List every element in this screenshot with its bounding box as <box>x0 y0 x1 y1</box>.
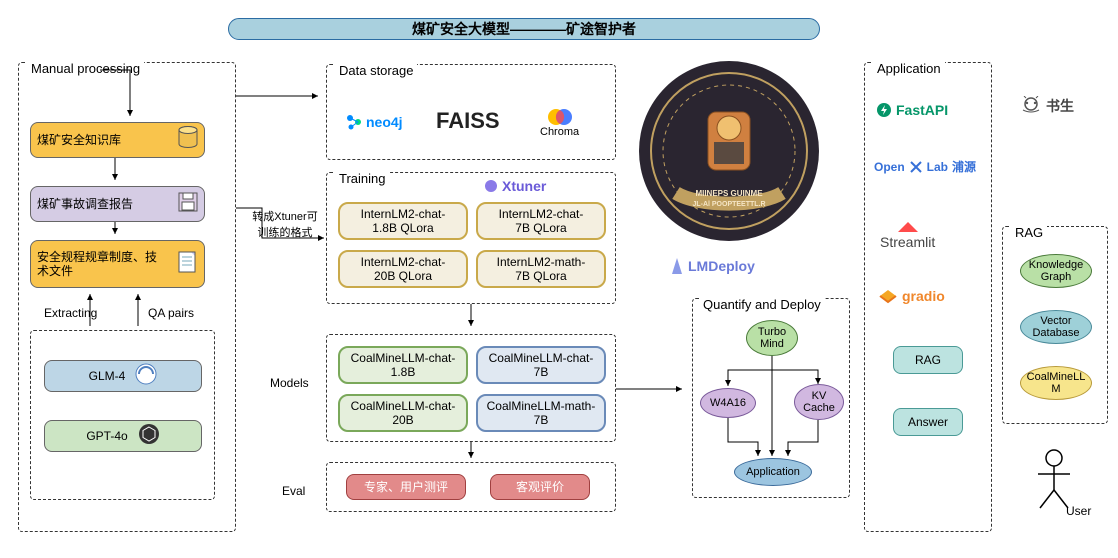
xtuner-text: Xtuner <box>502 178 546 194</box>
lmdeploy-text: LMDeploy <box>688 258 755 274</box>
eval-label: Eval <box>282 484 305 498</box>
w4a16: W4A16 <box>700 388 756 418</box>
glm4-label: GLM-4 <box>89 369 126 383</box>
llm-section <box>30 330 215 500</box>
streamlit-text: Streamlit <box>880 234 935 250</box>
model-m3: CoalMineLLM-chat- 20B <box>338 394 468 432</box>
faiss-text: FAISS <box>436 108 500 134</box>
shusheng-text: 书生 <box>1046 96 1074 116</box>
faiss-logo: FAISS <box>436 108 500 134</box>
svg-text:MIINEPS GUINME: MIINEPS GUINME <box>695 189 763 198</box>
turbo-mind: Turbo Mind <box>746 320 798 356</box>
streamlit-icon <box>896 220 920 234</box>
xtuner-format-label: 转成Xtuner可 训练的格式 <box>246 208 324 240</box>
product-badge: MIINEPS GUINME JL-Al POOPTEETTL.R <box>636 58 822 244</box>
chroma-logo: Chroma <box>540 108 579 138</box>
kb-box: 煤矿安全知识库 <box>30 122 205 158</box>
kv-cache: KV Cache <box>794 384 844 420</box>
manual-processing-title: Manual processing <box>27 61 144 76</box>
neo4j-icon <box>346 114 362 130</box>
model-m4: CoalMineLLM-math- 7B <box>476 394 606 432</box>
shusheng-logo: 书生 <box>1020 96 1074 116</box>
report-label: 煤矿事故调查报告 <box>37 197 133 211</box>
x-icon <box>909 160 923 174</box>
eval-1: 专家、用户测评 <box>346 474 466 500</box>
report-box: 煤矿事故调查报告 <box>30 186 205 222</box>
lmdeploy-logo: LMDeploy <box>670 258 755 274</box>
gradio-icon <box>878 288 898 304</box>
arrow-to-storage <box>236 90 326 110</box>
neo4j-text: neo4j <box>366 114 403 130</box>
shusheng-icon <box>1020 96 1042 116</box>
glm4-box: GLM-4 <box>44 360 202 392</box>
chroma-icon <box>546 108 574 126</box>
quantify-app: Application <box>734 458 812 486</box>
rag-title: RAG <box>1011 225 1047 240</box>
streamlit-logo: Streamlit <box>880 220 935 250</box>
application-title: Application <box>873 61 945 76</box>
title-banner: 煤矿安全大模型————矿途智护者 <box>228 18 820 40</box>
database-icon <box>178 126 198 153</box>
gpt4o-label: GPT-4o <box>86 429 127 443</box>
data-storage-title: Data storage <box>335 63 417 78</box>
fastapi-logo: FastAPI <box>876 102 948 118</box>
xtuner-icon <box>484 179 498 193</box>
extracting-label: Extracting <box>44 306 97 320</box>
quantify-title: Quantify and Deploy <box>699 297 825 312</box>
train-m2: InternLM2-chat- 7B QLora <box>476 202 606 240</box>
arrow-models-to-deploy <box>616 384 690 394</box>
rules-box: 安全规程规章制度、技术文件 <box>30 240 205 288</box>
model-m2: CoalMineLLM-chat- 7B <box>476 346 606 384</box>
models-label: Models <box>270 376 309 390</box>
rag-kg: Knowledge Graph <box>1020 254 1092 288</box>
qa-pairs-label: QA pairs <box>148 306 194 320</box>
openxlab-logo: Open Lab浦源 <box>874 158 976 175</box>
eval-2: 客观评价 <box>490 474 590 500</box>
lmdeploy-icon <box>670 258 684 274</box>
chroma-text: Chroma <box>540 126 579 138</box>
model-m1: CoalMineLLM-chat- 1.8B <box>338 346 468 384</box>
gpt4o-box: GPT-4o <box>44 420 202 452</box>
gradio-text: gradio <box>902 288 945 304</box>
fastapi-icon <box>876 102 892 118</box>
train-m4: InternLM2-math- 7B QLora <box>476 250 606 288</box>
train-m1: InternLM2-chat- 1.8B QLora <box>338 202 468 240</box>
floppy-icon <box>178 192 198 215</box>
arrow-training-to-models <box>466 304 476 334</box>
answer-pill: Answer <box>893 408 963 436</box>
fastapi-text: FastAPI <box>896 102 948 118</box>
rag-cm: CoalMineLL M <box>1020 366 1092 400</box>
circle-swirl-icon <box>135 363 157 388</box>
kb-label: 煤矿安全知识库 <box>37 133 121 147</box>
user-label: User <box>1066 504 1091 518</box>
rag-pill: RAG <box>893 346 963 374</box>
training-title: Training <box>335 171 389 186</box>
rag-vdb: Vector Database <box>1020 310 1092 344</box>
rules-label: 安全规程规章制度、技术文件 <box>37 250 167 279</box>
gradio-logo: gradio <box>878 288 945 304</box>
train-m3: InternLM2-chat- 20B QLora <box>338 250 468 288</box>
document-icon <box>178 251 198 276</box>
xtuner-logo: Xtuner <box>484 178 546 194</box>
neo4j-logo: neo4j <box>346 114 403 130</box>
openai-icon <box>138 423 160 448</box>
svg-text:JL-Al POOPTEETTL.R: JL-Al POOPTEETTL.R <box>692 201 765 208</box>
